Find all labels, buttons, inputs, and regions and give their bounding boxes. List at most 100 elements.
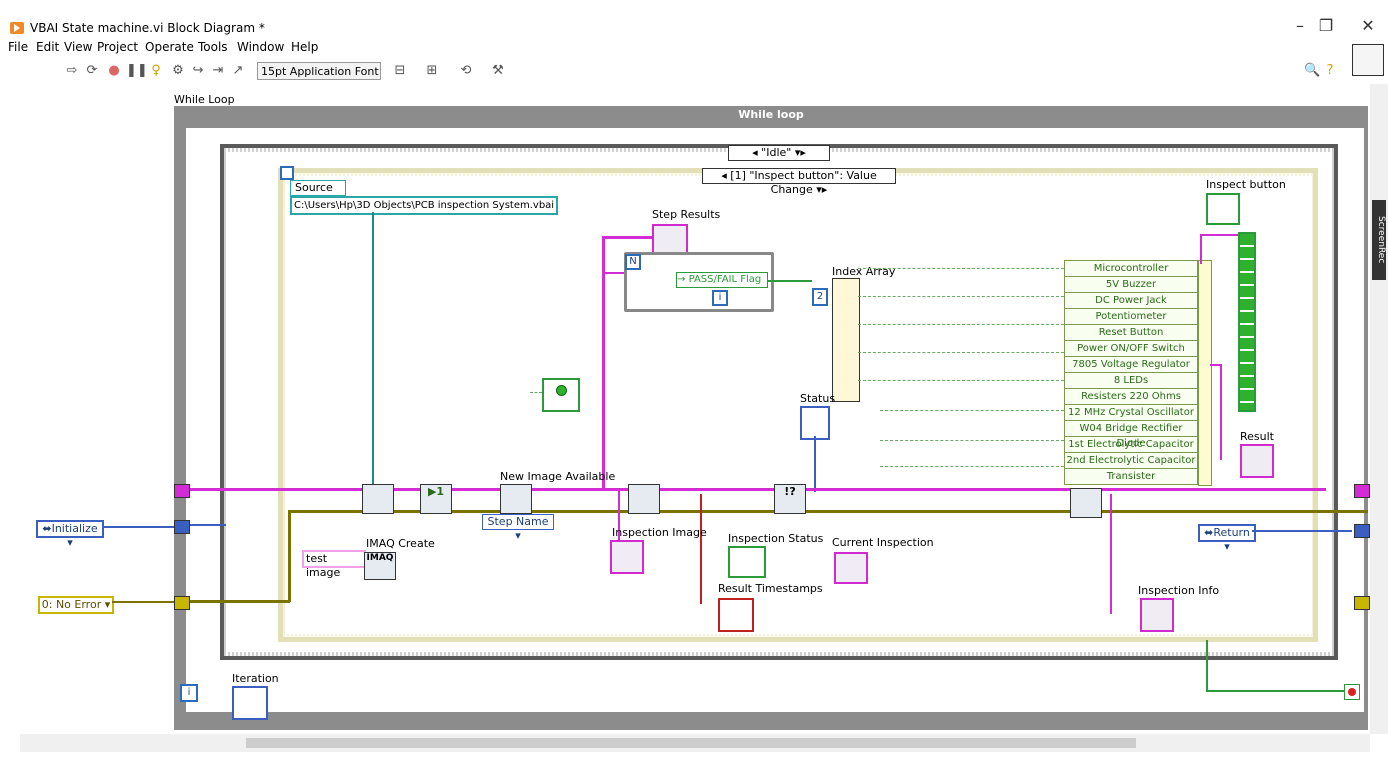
source-wire [372,212,374,490]
inspection-status-indicator[interactable] [728,546,766,578]
inspection-info-label: Inspection Info [1138,584,1220,597]
retain-wire-values-icon[interactable]: ⚙ [170,63,186,79]
shift-register-left-string[interactable] [174,484,190,498]
inspection-image-indicator[interactable] [610,540,644,574]
component-item: 12 MHz Crystal Oscillator [1064,405,1198,421]
reorder-icon[interactable]: ⟲ [458,63,474,79]
menu-file[interactable]: File [8,40,28,54]
step-into-icon[interactable]: ↪ [190,63,206,79]
shift-register-right-state[interactable] [1354,524,1370,538]
current-inspection-indicator[interactable] [834,552,868,584]
menu-operate[interactable]: Operate [145,40,194,54]
step-name-selector[interactable]: Step Name ▾ [482,514,554,542]
horizontal-scrollbar-thumb[interactable] [246,738,1136,748]
state-wire [186,524,226,526]
wire [858,380,1064,381]
stop-terminal[interactable] [1344,684,1360,700]
highlight-execution-icon[interactable]: ♀ [148,63,164,79]
shift-register-left-error[interactable] [174,596,190,610]
pause-icon[interactable]: ❚❚ [126,63,148,79]
boolean-array-wire [1200,234,1202,264]
component-item: Potentiometer [1064,309,1198,325]
new-image-node[interactable] [500,484,532,514]
menu-help[interactable]: Help [291,40,318,54]
align-objects-icon[interactable]: ⊟ [392,63,408,79]
shift-register-right-error[interactable] [1354,596,1370,610]
timestamps-wire [700,494,702,604]
bundle-node[interactable] [1198,260,1212,486]
index-array-node[interactable] [832,278,860,402]
image-available-indicator[interactable] [542,378,580,412]
initialize-state-constant[interactable]: ⬌Initialize ▾ [36,520,104,549]
inspection-info-indicator[interactable] [1140,598,1174,632]
restore-button[interactable]: ❐ [1306,14,1346,38]
menu-edit[interactable]: Edit [36,40,59,54]
inspect-button-terminal[interactable] [1206,193,1240,225]
imaq-create-label: IMAQ Create [366,537,435,550]
vi-icon [1352,44,1384,76]
index-constant[interactable]: 2 [812,288,828,306]
component-item: Microcontroller [1064,260,1198,277]
case-selector-value: "Idle" [761,146,792,159]
status-indicator[interactable] [800,406,830,440]
event-timeout-terminal[interactable] [280,166,294,180]
step-over-icon[interactable]: ⇥ [210,63,226,79]
wire [880,440,1064,441]
open-inspection-node[interactable] [362,484,394,514]
get-results-node[interactable] [628,484,660,514]
inspect-button-label: Inspect button [1206,178,1286,191]
step-out-icon[interactable]: ↗ [230,63,246,79]
clean-up-diagram-icon[interactable]: ⚒ [490,63,506,79]
iteration-indicator[interactable] [232,686,268,720]
result-timestamps-indicator[interactable] [718,598,754,632]
error-wire-up [288,510,291,602]
shift-register-right-string[interactable] [1354,484,1370,498]
return-state-wire [1252,530,1352,532]
no-error-constant[interactable]: 0: No Error ▾ [38,596,114,614]
event-selector[interactable]: ◂ [1] "Inspect button": Value Change ▾▸ [702,168,896,196]
component-item: 2nd Electrolytic Capacitor [1064,453,1198,469]
test-image-constant[interactable]: test image [302,550,366,579]
screenrec-widget[interactable]: ScreenRec [1372,200,1386,280]
source-path-constant[interactable]: C:\Users\Hp\3D Objects\PCB inspection Sy… [290,196,558,215]
case-selector[interactable]: ◂ "Idle" ▾▸ [728,145,830,161]
help-icon[interactable]: ? [1322,63,1338,79]
status-wire [814,436,816,492]
index-array-label: Index Array [832,265,896,278]
abort-icon[interactable]: ● [106,63,122,79]
for-loop-count-terminal: N [625,254,641,270]
inspection-info-node[interactable] [1070,488,1102,518]
no-error-value: 0: No Error [41,598,102,611]
run-inspection-node[interactable]: ▶1 [420,484,452,514]
vertical-scrollbar[interactable] [1370,84,1388,734]
search-icon[interactable]: 🔍 [1304,63,1320,79]
pass-fail-flag[interactable]: → PASS/FAIL Flag [676,272,768,288]
step-results-wire [604,236,652,239]
source-label: Source [290,180,346,196]
run-arrow-icon[interactable]: ⇨ [64,63,80,79]
wire [880,466,1064,467]
status-node[interactable]: !? [774,484,806,514]
stop-wire-horizontal [1206,690,1346,692]
shift-register-left-state[interactable] [174,520,190,534]
status-label: Status [800,392,836,405]
close-button[interactable]: ✕ [1348,14,1388,38]
font-selector[interactable]: 15pt Application Font ▾ [257,62,381,96]
result-indicator[interactable] [1240,444,1274,478]
step-results-label: Step Results [652,208,721,221]
distribute-objects-icon[interactable]: ⊞ [424,63,440,79]
menu-window[interactable]: Window [237,40,284,54]
run-continuously-icon[interactable]: ⟳ [84,63,100,79]
imaq-create-node[interactable]: IMAQ [364,552,396,580]
boolean-array-indicator[interactable] [1238,232,1256,412]
pass-fail-flag-label: PASS/FAIL Flag [688,274,762,285]
current-inspection-label: Current Inspection [832,536,934,549]
menu-view[interactable]: View [64,40,92,54]
component-item: 7805 Voltage Regulator [1064,357,1198,373]
menu-tools[interactable]: Tools [198,40,228,54]
wire [858,324,1064,325]
boolean-array-wire-horizontal [1200,234,1240,236]
component-item: Resisters 220 Ohms [1064,389,1198,405]
menu-project[interactable]: Project [97,40,138,54]
return-state-constant[interactable]: ⬌Return ▾ [1198,524,1256,553]
